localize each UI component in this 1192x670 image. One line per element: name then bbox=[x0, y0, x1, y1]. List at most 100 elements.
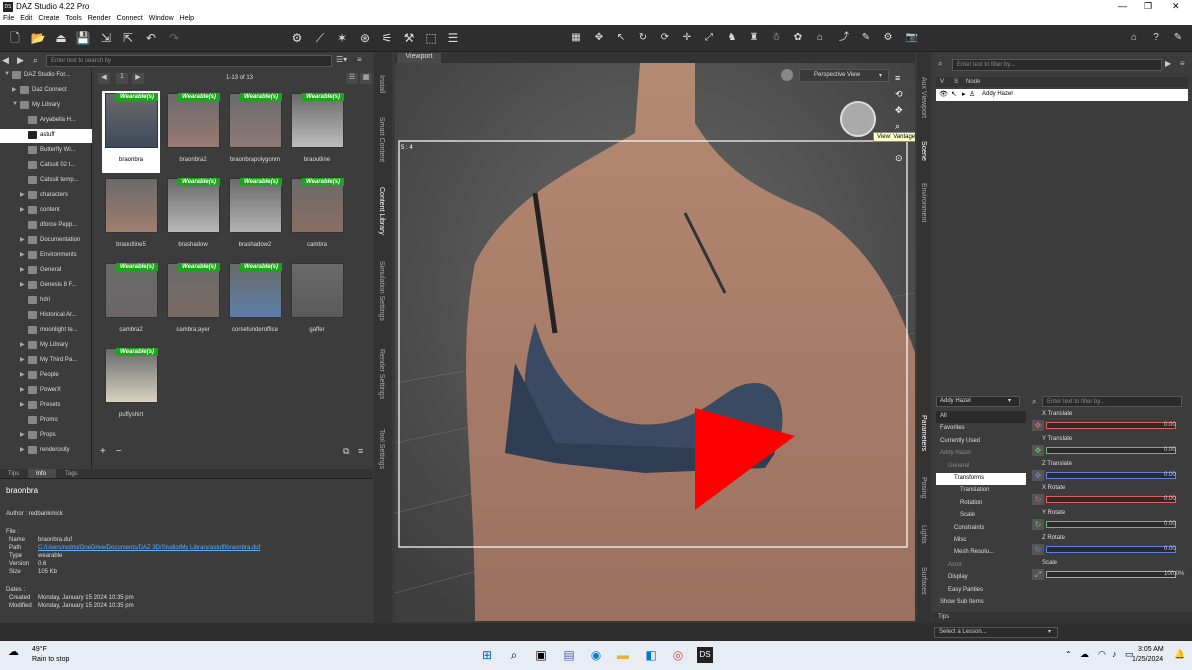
parameter-slider[interactable] bbox=[1046, 521, 1176, 529]
page-number[interactable]: 1 bbox=[116, 73, 128, 84]
posing-tool-icon[interactable]: ♜ bbox=[746, 30, 762, 46]
home-icon[interactable]: ⌂ bbox=[1126, 30, 1142, 46]
environment-icon[interactable]: ⚙ bbox=[880, 30, 896, 46]
panel-toggle-icon[interactable]: ☰ bbox=[444, 29, 462, 47]
scene-menu-icon[interactable]: ≡ bbox=[1180, 59, 1185, 68]
translate-tool-icon[interactable]: ✛ bbox=[679, 30, 695, 46]
content-item[interactable]: Wearable(s) cambra;ayer bbox=[164, 261, 222, 343]
menu-edit[interactable]: Edit bbox=[20, 15, 32, 22]
tree-item[interactable]: Butterfly Wi... bbox=[0, 144, 92, 158]
tree-item[interactable]: ▶ Environments bbox=[0, 249, 92, 263]
parameter-slider-row[interactable]: Z Translate ✥ 0.00 bbox=[1032, 461, 1192, 485]
minimize-button[interactable]: — bbox=[1118, 1, 1127, 11]
content-item[interactable]: Wearable(s) braonbrapolygonm bbox=[226, 91, 284, 173]
parameter-slider[interactable] bbox=[1046, 471, 1176, 479]
clock-time[interactable]: 3:05 AM bbox=[1138, 646, 1164, 653]
list-view-icon[interactable]: ☰ bbox=[346, 73, 358, 84]
tree-item[interactable]: ▶ General bbox=[0, 264, 92, 278]
volume-icon[interactable]: ♪ bbox=[1112, 649, 1117, 659]
new-file-icon[interactable]: 🗋 bbox=[6, 29, 24, 47]
tab-tips[interactable]: Tips bbox=[8, 471, 19, 477]
content-item[interactable]: Wearable(s) braonbra bbox=[102, 91, 160, 173]
parameter-slider-row[interactable]: X Translate ✥ 0.00 bbox=[1032, 411, 1192, 435]
region-nav-icon[interactable]: ⬚ bbox=[422, 29, 440, 47]
tree-expand-icon[interactable]: ▶ bbox=[20, 266, 25, 273]
grid-view-icon[interactable]: ▦ bbox=[360, 73, 372, 84]
clock-date[interactable]: 1/25/2024 bbox=[1132, 656, 1163, 663]
tree-item[interactable]: ▶ PowerX bbox=[0, 384, 92, 398]
tree-expand-icon[interactable]: ▶ bbox=[20, 281, 25, 288]
parameter-slider-row[interactable]: Y Translate ✥ 0.00 bbox=[1032, 436, 1192, 460]
import-icon[interactable]: ⇲ bbox=[97, 29, 115, 47]
tree-expand-icon[interactable]: ▶ bbox=[20, 191, 25, 198]
tree-expand-icon[interactable]: ▶ bbox=[20, 386, 25, 393]
page-next-button[interactable]: ▶ bbox=[132, 73, 144, 84]
info-path-link[interactable]: C:/Users/redmi/OneDrive/Documents/DAZ 3D… bbox=[38, 545, 260, 551]
parameter-value[interactable]: 0.00 bbox=[1164, 496, 1176, 502]
tree-item[interactable]: Historical Ar... bbox=[0, 309, 92, 323]
pointer-icon[interactable]: ↖ bbox=[951, 90, 957, 98]
menu-file[interactable]: File bbox=[3, 15, 14, 22]
tree-item[interactable]: ▶ Props bbox=[0, 429, 92, 443]
wand-icon[interactable]: ⚟ bbox=[378, 29, 396, 47]
scene-node-row[interactable]: 👁 ↖ ▸ ♙ Addy Hazel bbox=[936, 89, 1188, 101]
save-icon[interactable]: 💾 bbox=[74, 29, 92, 47]
maximize-button[interactable]: ❐ bbox=[1144, 1, 1152, 12]
tree-item[interactable]: dforce Pepp... bbox=[0, 219, 92, 233]
tree-expand-icon[interactable]: ▶ bbox=[20, 431, 25, 438]
light-tool-icon[interactable]: ✎ bbox=[858, 30, 874, 46]
content-item[interactable]: gaffer bbox=[288, 261, 346, 343]
tree-expand-icon[interactable]: ▶ bbox=[20, 446, 25, 453]
tab-surfaces[interactable]: Surfaces bbox=[920, 567, 927, 595]
tab-content-library[interactable]: Content Library bbox=[378, 187, 385, 235]
parameter-slider[interactable] bbox=[1046, 570, 1176, 578]
tab-install[interactable]: Install bbox=[378, 75, 385, 93]
file-explorer-icon[interactable]: ▬ bbox=[615, 647, 631, 663]
zoom-icon[interactable]: ⌕ bbox=[895, 121, 907, 133]
parameter-value[interactable]: 0.00 bbox=[1164, 447, 1176, 453]
node-weight-icon[interactable]: ⚒ bbox=[400, 29, 418, 47]
tree-expand-icon[interactable]: ▶ bbox=[20, 356, 25, 363]
parameter-value[interactable]: 0.00 bbox=[1164, 472, 1176, 478]
frame-icon[interactable]: ⊙ bbox=[895, 153, 907, 165]
network-icon[interactable]: ☁ bbox=[1080, 649, 1089, 660]
scene-filter-input[interactable]: Enter text to filter by... bbox=[952, 59, 1162, 71]
parameter-slider-row[interactable]: Z Rotate ↻ 0.00 bbox=[1032, 535, 1192, 559]
tab-scene[interactable]: Scene bbox=[920, 141, 927, 161]
tree-item[interactable]: ▶ content bbox=[0, 204, 92, 218]
orbit-icon[interactable]: ⟲ bbox=[895, 89, 907, 101]
universal-tool-icon[interactable]: ✥ bbox=[591, 30, 607, 46]
parameter-slider-row[interactable]: X Rotate ↻ 0.00 bbox=[1032, 485, 1192, 509]
copy-icon[interactable]: ⧉ bbox=[343, 446, 355, 458]
tree-item[interactable]: astuff bbox=[0, 129, 92, 143]
tab-posing[interactable]: Posing bbox=[920, 477, 927, 498]
scene-tool-icon[interactable]: ⚙ bbox=[288, 29, 306, 47]
content-item[interactable]: Wearable(s) cambra2 bbox=[102, 261, 160, 343]
content-item[interactable]: Wearable(s) corsetunderoffice bbox=[226, 261, 284, 343]
geometry-editor-icon[interactable]: ⊛ bbox=[356, 29, 374, 47]
figure-tool-icon[interactable]: ☃ bbox=[768, 30, 784, 46]
tree-item[interactable]: Promo bbox=[0, 414, 92, 428]
edge-icon[interactable]: ◉ bbox=[588, 647, 604, 663]
weather-temp[interactable]: 49°F bbox=[32, 646, 47, 653]
menu-connect[interactable]: Connect bbox=[117, 15, 143, 22]
parameter-slider[interactable] bbox=[1046, 446, 1176, 454]
taskbar-search-icon[interactable]: ⌕ bbox=[506, 647, 522, 663]
search-icon[interactable]: ⌕ bbox=[33, 55, 45, 67]
tab-render-settings[interactable]: Render Settings bbox=[378, 349, 385, 399]
view-options-icon[interactable]: ☰▾ bbox=[336, 55, 354, 67]
eye-icon[interactable]: 👁 bbox=[939, 90, 948, 98]
surface-tool-icon[interactable]: ✿ bbox=[790, 30, 806, 46]
chrome-icon[interactable]: ◎ bbox=[670, 647, 686, 663]
tree-item[interactable]: moonlight te... bbox=[0, 324, 92, 338]
lighting-icon[interactable] bbox=[781, 69, 793, 81]
content-item[interactable]: Wearable(s) braoutline bbox=[288, 91, 346, 173]
viewport-menu-icon[interactable]: ≡ bbox=[895, 73, 907, 85]
tab-smart-content[interactable]: Smart Content bbox=[378, 117, 385, 162]
tab-viewport[interactable]: Viewport bbox=[397, 53, 441, 63]
content-item[interactable]: Wearable(s) braonbra2 bbox=[164, 91, 222, 173]
task-view-icon[interactable]: ▣ bbox=[533, 647, 549, 663]
teams-icon[interactable]: ▤ bbox=[561, 647, 577, 663]
menu-tools[interactable]: Tools bbox=[65, 15, 81, 22]
notifications-icon[interactable]: 🔔 bbox=[1174, 649, 1185, 660]
